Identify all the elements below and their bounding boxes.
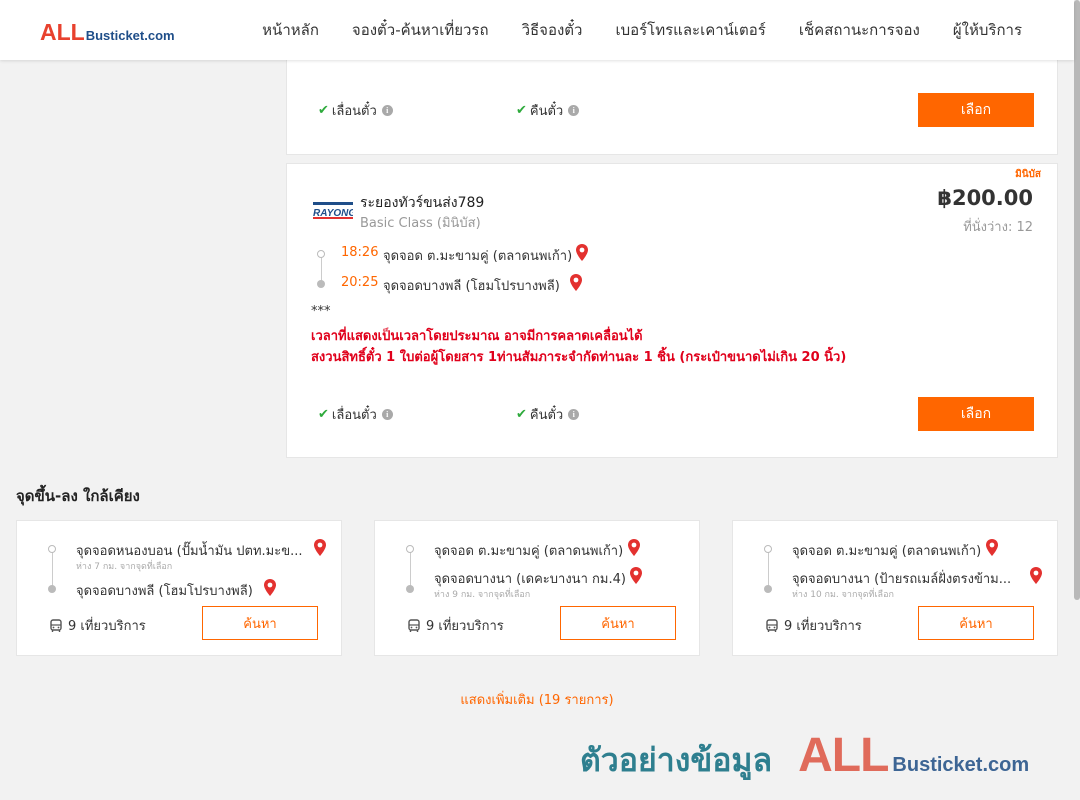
location-pin-icon[interactable] <box>575 244 589 261</box>
nearby-section-title: จุดขึ้น-ลง ใกล้เคียง <box>16 487 140 505</box>
note-time-disclaimer: เวลาที่แสดงเป็นเวลาโดยประมาณ อาจมีการคลา… <box>311 329 643 344</box>
select-button[interactable]: เลือก <box>918 397 1034 431</box>
amenity-change-ticket: ✔ เลื่อนตั๋ว i <box>318 100 393 121</box>
check-icon: ✔ <box>318 407 329 422</box>
trip-card: มินิบัส RAYONG ระยองทัวร์ขนส่ง789 Basic … <box>286 163 1058 458</box>
watermark-text: ตัวอย่างข้อมูล <box>580 741 773 779</box>
amenity-label: เลื่อนตั๋ว <box>331 104 377 119</box>
bus-icon <box>766 618 778 632</box>
nearby-card: จุดจอดหนองบอน (ปั๊มน้ำมัน ปตท.มะข... ห่า… <box>16 520 342 656</box>
check-icon: ✔ <box>318 103 329 118</box>
bus-class: Basic Class (มินิบัส) <box>360 216 481 231</box>
search-button[interactable]: ค้นหา <box>918 606 1034 640</box>
check-icon: ✔ <box>516 407 527 422</box>
location-pin-icon[interactable] <box>569 274 583 291</box>
nearby-from-stop: จุดจอด ต.มะขามคู่ (ตลาดนพเก้า) <box>434 544 624 559</box>
seats-available: ที่นั่งว่าง: 12 <box>963 220 1033 235</box>
nav-check-booking[interactable]: เช็คสถานะการจอง <box>799 18 920 42</box>
amenity-label: คืนตั๋ว <box>529 104 564 119</box>
trip-count-label: 9 เที่ยวบริการ <box>784 619 862 634</box>
depart-dot <box>317 250 325 258</box>
info-icon[interactable]: i <box>568 409 580 420</box>
amenity-label: เลื่อนตั๋ว <box>331 408 377 423</box>
bus-icon <box>408 618 420 632</box>
nearby-from-stop: จุดจอด ต.มะขามคู่ (ตลาดนพเก้า) <box>792 544 982 559</box>
amenity-refund-ticket: ✔ คืนตั๋ว i <box>516 404 580 425</box>
amenity-refund-ticket: ✔ คืนตั๋ว i <box>516 100 580 121</box>
location-pin-icon[interactable] <box>313 539 327 556</box>
trip-count-label: 9 เที่ยวบริการ <box>68 619 146 634</box>
trip-card-previous: ✔ เลื่อนตั๋ว i ✔ คืนตั๋ว i เลือก <box>286 58 1058 155</box>
arrive-dot <box>317 280 325 288</box>
scrollbar-thumb[interactable] <box>1074 0 1080 600</box>
location-pin-icon[interactable] <box>629 567 643 584</box>
scrollbar-track[interactable] <box>1074 0 1080 800</box>
nearby-to-stop: จุดจอดบางพลี (โฮมโปรบางพลี) <box>76 584 253 599</box>
nearby-trip-count: 9 เที่ยวบริการ <box>765 615 862 636</box>
check-icon: ✔ <box>516 103 527 118</box>
location-pin-icon[interactable] <box>1029 567 1043 584</box>
location-pin-icon[interactable] <box>263 579 277 596</box>
nav-contact-counter[interactable]: เบอร์โทรและเคาน์เตอร์ <box>615 18 765 42</box>
operator-name: ระยองทัวร์ขนส่ง789 <box>360 195 485 211</box>
main-nav: หน้าหลัก จองตั๋ว-ค้นหาเที่ยวรถ วิธีจองตั… <box>229 18 1022 42</box>
arrive-time: 20:25 <box>341 275 379 290</box>
logo-busticket-text: Busticket.com <box>85 28 175 43</box>
arrive-stop: จุดจอดบางพลี (โฮมโปรบางพลี) <box>383 279 560 294</box>
nav-operators[interactable]: ผู้ให้บริการ <box>953 18 1022 42</box>
note-stars: *** <box>311 304 331 319</box>
location-pin-icon[interactable] <box>985 539 999 556</box>
nearby-to-stop: จุดจอดบางนา (เดคะบางนา กม.4) <box>434 572 626 587</box>
info-icon[interactable]: i <box>568 105 580 116</box>
site-header: ALL Busticket.com หน้าหลัก จองตั๋ว-ค้นหา… <box>0 0 1074 60</box>
amenity-change-ticket: ✔ เลื่อนตั๋ว i <box>318 404 393 425</box>
nearby-trip-count: 9 เที่ยวบริการ <box>407 615 504 636</box>
operator-logo: RAYONG <box>313 202 353 219</box>
depart-stop: จุดจอด ต.มะขามคู่ (ตลาดนพเก้า) <box>383 249 573 264</box>
arrive-dot <box>764 585 772 593</box>
watermark-logo-all: ALL <box>798 729 889 782</box>
nav-how-to-book[interactable]: วิธีจองตั๋ว <box>522 18 583 42</box>
info-icon[interactable]: i <box>381 105 393 116</box>
watermark-logo-rest: Busticket.com <box>892 754 1030 776</box>
vehicle-type-tag: มินิบัส <box>1015 169 1041 180</box>
search-button[interactable]: ค้นหา <box>202 606 318 640</box>
arrive-dot <box>48 585 56 593</box>
info-icon[interactable]: i <box>381 409 393 420</box>
show-more-link[interactable]: แสดงเพิ่มเติม (19 รายการ) <box>0 689 1074 710</box>
depart-dot <box>764 545 772 553</box>
nearby-card: จุดจอด ต.มะขามคู่ (ตลาดนพเก้า) จุดจอดบาง… <box>732 520 1058 656</box>
ticket-price: ฿200.00 <box>937 186 1033 210</box>
nearby-card: จุดจอด ต.มะขามคู่ (ตลาดนพเก้า) จุดจอดบาง… <box>374 520 700 656</box>
site-logo[interactable]: ALL Busticket.com <box>40 19 175 46</box>
nearby-distance: ห่าง 9 กม. จากจุดที่เลือก <box>434 590 531 600</box>
bus-icon <box>50 618 62 632</box>
route-line <box>52 550 53 590</box>
route-line <box>410 550 411 590</box>
nearby-distance: ห่าง 10 กม. จากจุดที่เลือก <box>792 590 894 600</box>
depart-dot <box>406 545 414 553</box>
depart-time: 18:26 <box>341 245 379 260</box>
note-luggage-policy: สงวนสิทธิ์ตั๋ว 1 ใบต่อผู้โดยสาร 1ท่านสัม… <box>311 350 847 365</box>
nearby-trip-count: 9 เที่ยวบริการ <box>49 615 146 636</box>
location-pin-icon[interactable] <box>627 539 641 556</box>
select-button[interactable]: เลือก <box>918 93 1034 127</box>
depart-dot <box>48 545 56 553</box>
sample-data-watermark: ตัวอย่างข้อมูล ALL Busticket.com <box>580 728 1029 786</box>
nav-book-search[interactable]: จองตั๋ว-ค้นหาเที่ยวรถ <box>352 18 489 42</box>
trip-count-label: 9 เที่ยวบริการ <box>426 619 504 634</box>
route-line <box>768 550 769 590</box>
logo-all-text: ALL <box>40 19 85 45</box>
search-button[interactable]: ค้นหา <box>560 606 676 640</box>
arrive-dot <box>406 585 414 593</box>
nav-home[interactable]: หน้าหลัก <box>262 18 319 42</box>
amenity-label: คืนตั๋ว <box>529 408 564 423</box>
nearby-from-stop: จุดจอดหนองบอน (ปั๊มน้ำมัน ปตท.มะข... <box>76 544 303 559</box>
nearby-distance: ห่าง 7 กม. จากจุดที่เลือก <box>76 562 173 572</box>
nearby-to-stop: จุดจอดบางนา (ป้ายรถเมล์ฝั่งตรงข้าม... <box>792 572 1012 587</box>
